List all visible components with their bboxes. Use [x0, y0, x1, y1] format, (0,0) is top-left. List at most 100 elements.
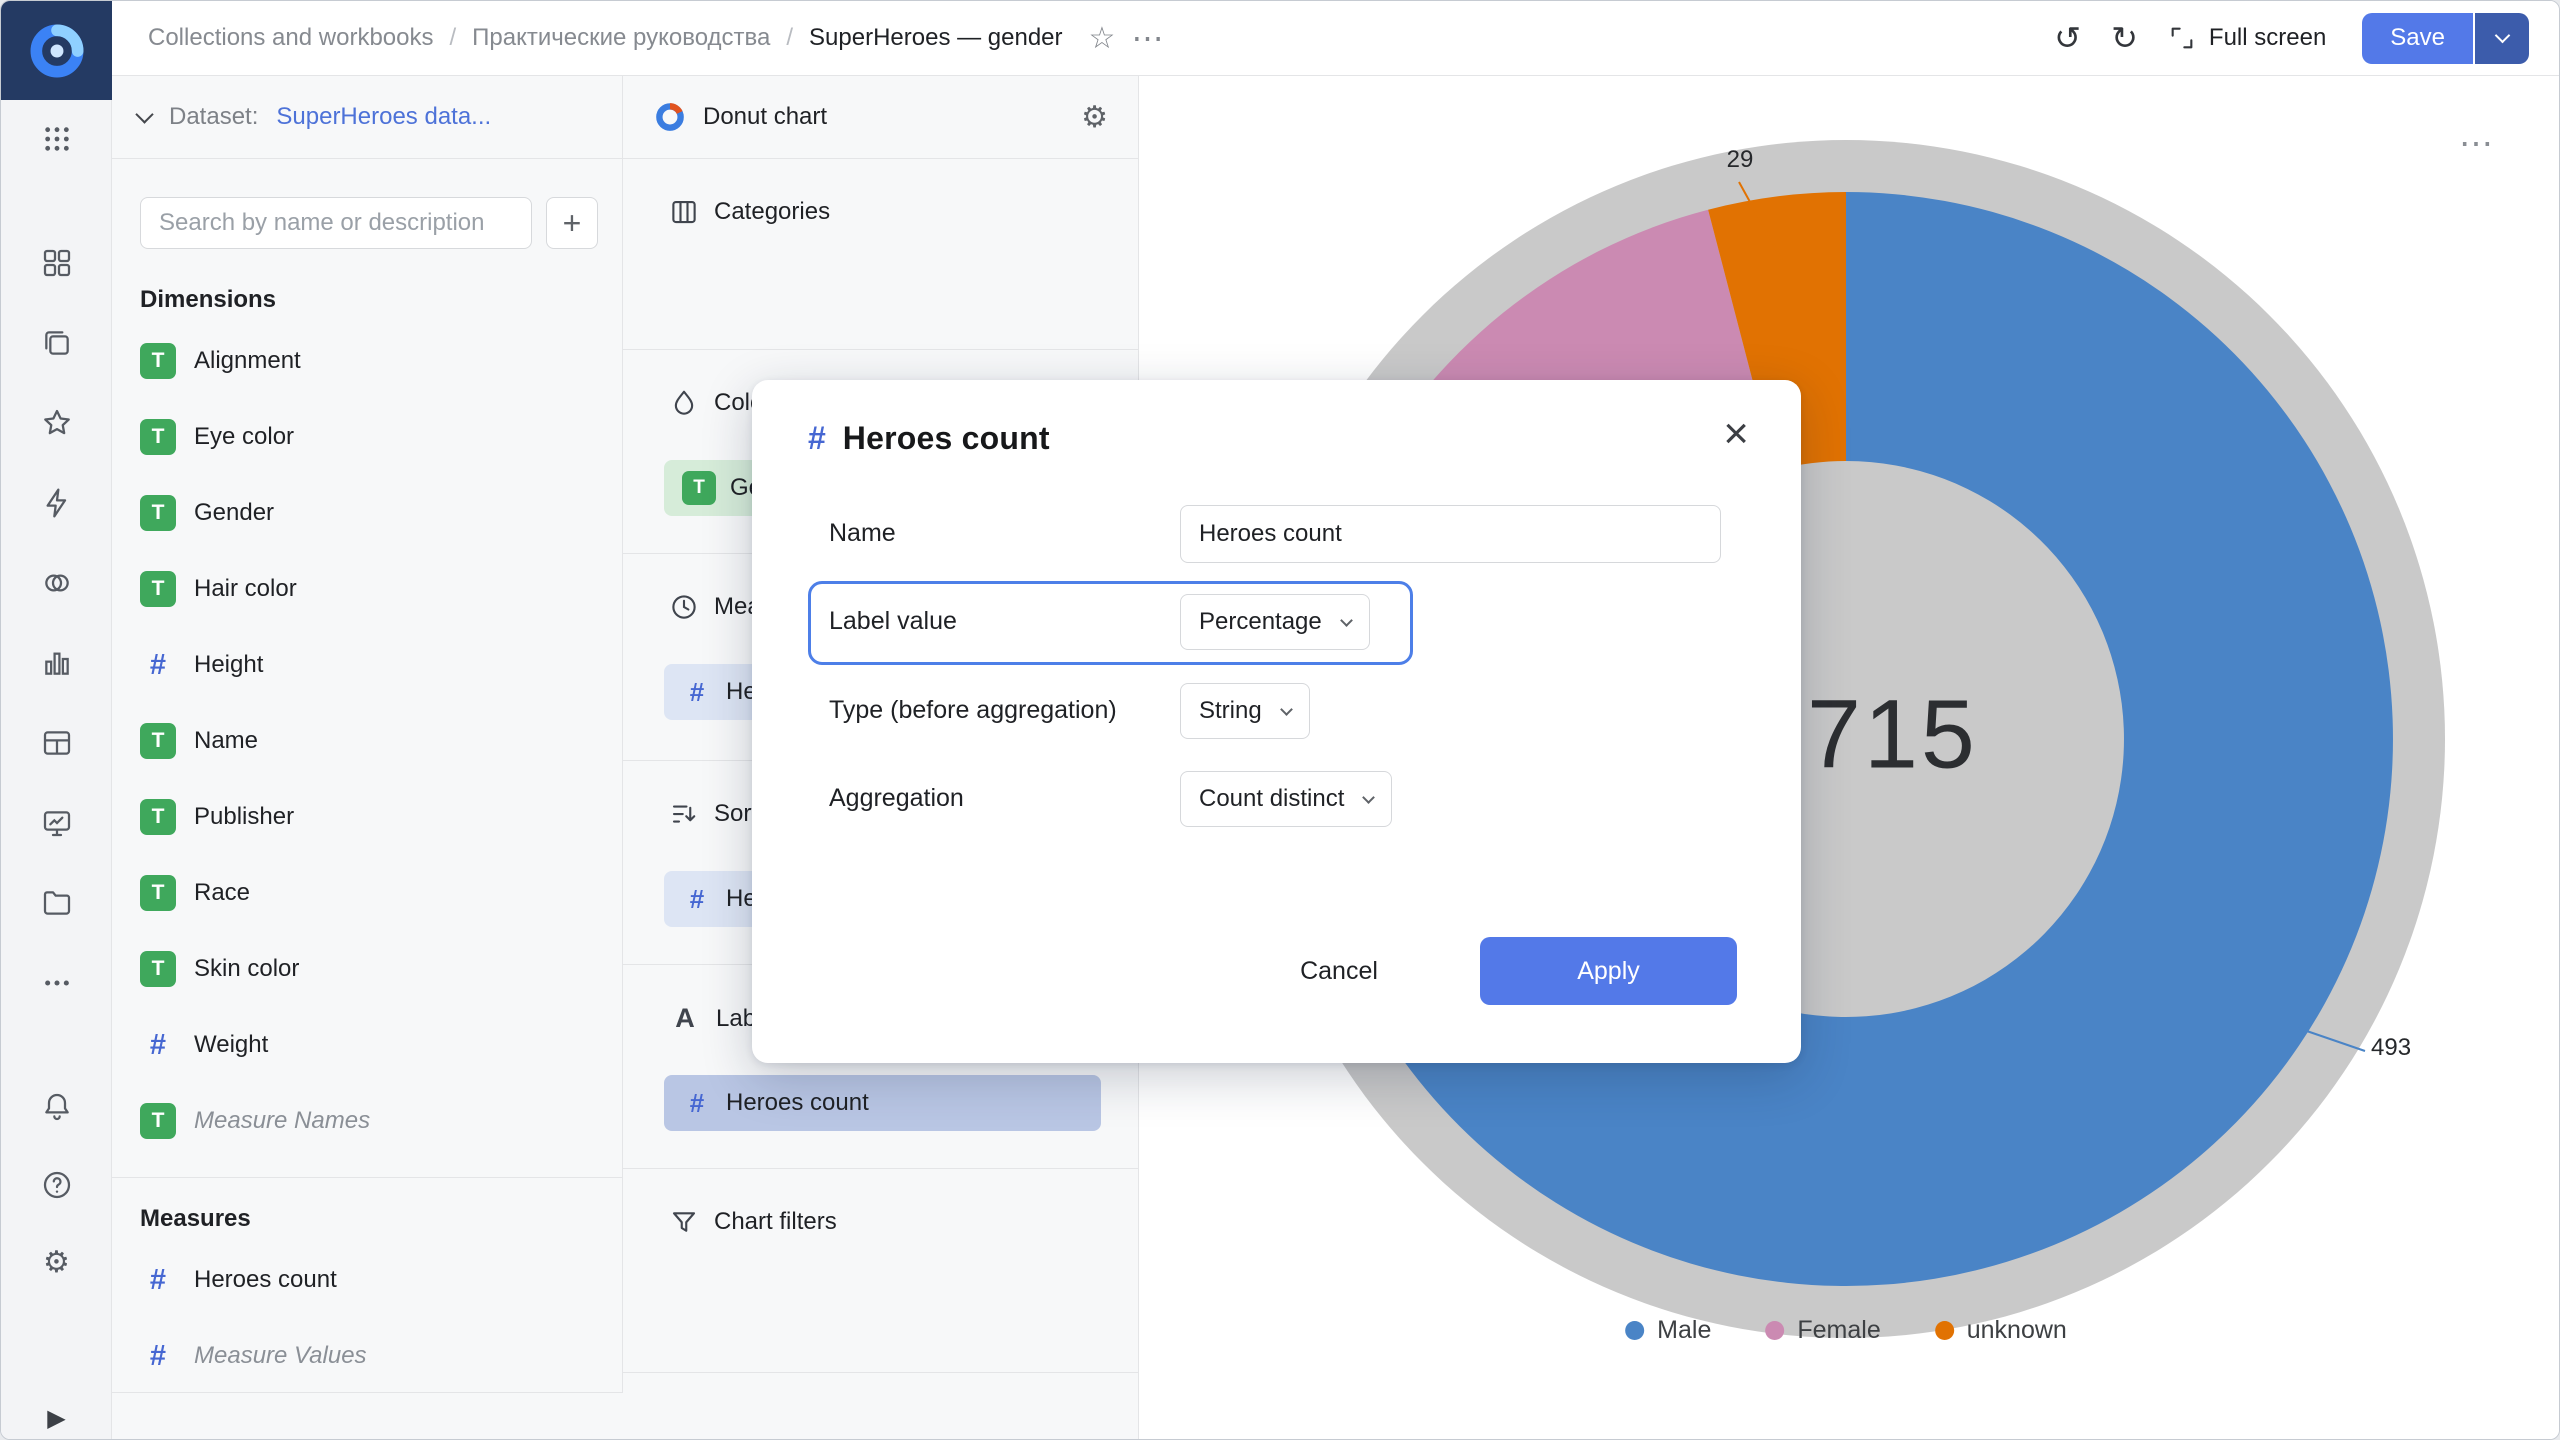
number-field-icon: #	[140, 1264, 176, 1297]
divider	[623, 1372, 1138, 1373]
chevron-down-icon	[2494, 28, 2510, 44]
field-label: Race	[194, 879, 250, 907]
type-label: Type (before aggregation)	[829, 696, 1180, 725]
breadcrumb-more-icon[interactable]: ⋯	[1131, 19, 1165, 57]
rail-more-icon[interactable]	[1, 943, 112, 1023]
categories-icon	[669, 197, 699, 227]
legend-item-female[interactable]: Female	[1765, 1316, 1880, 1345]
dimension-row-skin-color[interactable]: T Skin color	[112, 931, 622, 1007]
measures-icon	[669, 592, 699, 622]
name-label: Name	[829, 519, 1180, 548]
text-field-icon: T	[140, 343, 176, 379]
dimension-row-weight[interactable]: # Weight	[112, 1007, 622, 1083]
search-input[interactable]	[140, 197, 532, 249]
dataset-panel: Dataset: SuperHeroes data... + Dimension…	[112, 76, 623, 1392]
dashboards-monitor-icon[interactable]	[1, 783, 112, 863]
widgets-icon[interactable]	[1, 223, 112, 303]
dimension-row-name[interactable]: T Name	[112, 703, 622, 779]
breadcrumb: Collections and workbooks / Практические…	[148, 19, 1165, 57]
charts-icon[interactable]	[1, 623, 112, 703]
chart-type-header: Donut chart ⚙	[623, 76, 1138, 159]
dimension-row-race[interactable]: T Race	[112, 855, 622, 931]
chevron-down-icon	[1280, 703, 1293, 716]
breadcrumb-workbook[interactable]: Практические руководства	[472, 24, 770, 52]
chart-settings-gear-icon[interactable]: ⚙	[1081, 100, 1108, 135]
breadcrumb-separator: /	[449, 24, 456, 52]
field-label: Heroes count	[194, 1266, 337, 1294]
apps-grid-icon[interactable]	[1, 100, 112, 178]
close-icon[interactable]: ×	[1723, 412, 1749, 456]
field-settings-dialog: # Heroes count × Name Label value Percen…	[752, 380, 1801, 1063]
bottom-status-strip	[112, 1392, 623, 1440]
name-input[interactable]	[1180, 505, 1721, 563]
type-select[interactable]: String	[1180, 683, 1310, 739]
name-field-row: Name	[829, 504, 1745, 563]
breadcrumb-current-chart: SuperHeroes — gender	[809, 24, 1062, 52]
save-button[interactable]: Save	[2362, 13, 2473, 64]
legend-label: Male	[1657, 1316, 1711, 1345]
fullscreen-button[interactable]: Full screen	[2168, 24, 2326, 52]
redo-icon[interactable]: ↻	[2111, 19, 2138, 57]
collections-icon[interactable]	[1, 303, 112, 383]
chart-type-label[interactable]: Donut chart	[703, 103, 827, 131]
chevron-down-icon	[1340, 614, 1353, 627]
number-field-icon: #	[140, 1029, 176, 1062]
field-label: Hair color	[194, 575, 297, 603]
dimension-row-gender[interactable]: T Gender	[112, 475, 622, 551]
aggregation-select[interactable]: Count distinct	[1180, 771, 1392, 827]
dimension-row-measure-names[interactable]: T Measure Names	[112, 1083, 622, 1159]
undo-icon[interactable]: ↺	[2054, 19, 2081, 57]
legend-dot-unknown	[1935, 1321, 1954, 1340]
aggregation-label: Aggregation	[829, 784, 1180, 813]
legend-item-unknown[interactable]: unknown	[1935, 1316, 2067, 1345]
chevron-down-icon	[1363, 791, 1376, 804]
breadcrumb-collections[interactable]: Collections and workbooks	[148, 24, 433, 52]
section-categories[interactable]: Categories	[623, 159, 1138, 349]
number-field-icon: #	[140, 649, 176, 682]
datalens-logo[interactable]	[1, 1, 112, 100]
app-window: Collections and workbooks / Практические…	[0, 0, 2560, 1440]
dimension-row-hair-color[interactable]: T Hair color	[112, 551, 622, 627]
dimension-row-publisher[interactable]: T Publisher	[112, 779, 622, 855]
measure-row-heroes-count[interactable]: # Heroes count	[112, 1242, 622, 1318]
text-field-icon: T	[140, 799, 176, 835]
apply-button[interactable]: Apply	[1480, 937, 1737, 1005]
divider	[112, 1177, 622, 1178]
chart-more-icon[interactable]: ⋯	[2459, 124, 2495, 164]
field-chip-heroes-count-selected[interactable]: # Heroes count	[664, 1075, 1101, 1131]
field-label: Gender	[194, 499, 274, 527]
help-icon[interactable]	[1, 1146, 112, 1224]
measure-row-measure-values[interactable]: # Measure Values	[112, 1318, 622, 1392]
favorite-star-icon[interactable]: ☆	[1089, 21, 1116, 56]
section-chart-filters[interactable]: Chart filters	[623, 1168, 1138, 1372]
number-field-icon: #	[808, 420, 826, 457]
chevron-down-icon[interactable]	[135, 105, 153, 123]
notifications-bell-icon[interactable]	[1, 1068, 112, 1146]
selected-value: Count distinct	[1199, 785, 1344, 813]
field-label: Eye color	[194, 423, 294, 451]
files-folder-icon[interactable]	[1, 863, 112, 943]
labels-icon: A	[669, 1003, 701, 1034]
dimension-row-height[interactable]: # Height	[112, 627, 622, 703]
label-value-select[interactable]: Percentage	[1180, 594, 1370, 650]
favorites-star-icon[interactable]	[1, 383, 112, 463]
text-field-icon: T	[682, 471, 716, 505]
collapse-panel-icon[interactable]: ▶	[1, 1404, 112, 1433]
text-field-icon: T	[140, 1103, 176, 1139]
dimensions-title: Dimensions	[140, 285, 622, 315]
sort-icon	[669, 799, 699, 829]
save-dropdown-button[interactable]	[2475, 13, 2529, 64]
settings-gear-icon[interactable]: ⚙	[1, 1224, 112, 1302]
cancel-button[interactable]: Cancel	[1264, 937, 1414, 1005]
dimension-row-alignment[interactable]: T Alignment	[112, 323, 622, 399]
connections-bolt-icon[interactable]	[1, 463, 112, 543]
add-field-button[interactable]: +	[546, 197, 598, 249]
selected-value: String	[1199, 697, 1262, 725]
legend-item-male[interactable]: Male	[1625, 1316, 1711, 1345]
field-label: Skin color	[194, 955, 299, 983]
dataset-name-link[interactable]: SuperHeroes data...	[276, 103, 491, 131]
datasets-venn-icon[interactable]	[1, 543, 112, 623]
field-label: Publisher	[194, 803, 294, 831]
dimension-row-eye-color[interactable]: T Eye color	[112, 399, 622, 475]
tables-icon[interactable]	[1, 703, 112, 783]
